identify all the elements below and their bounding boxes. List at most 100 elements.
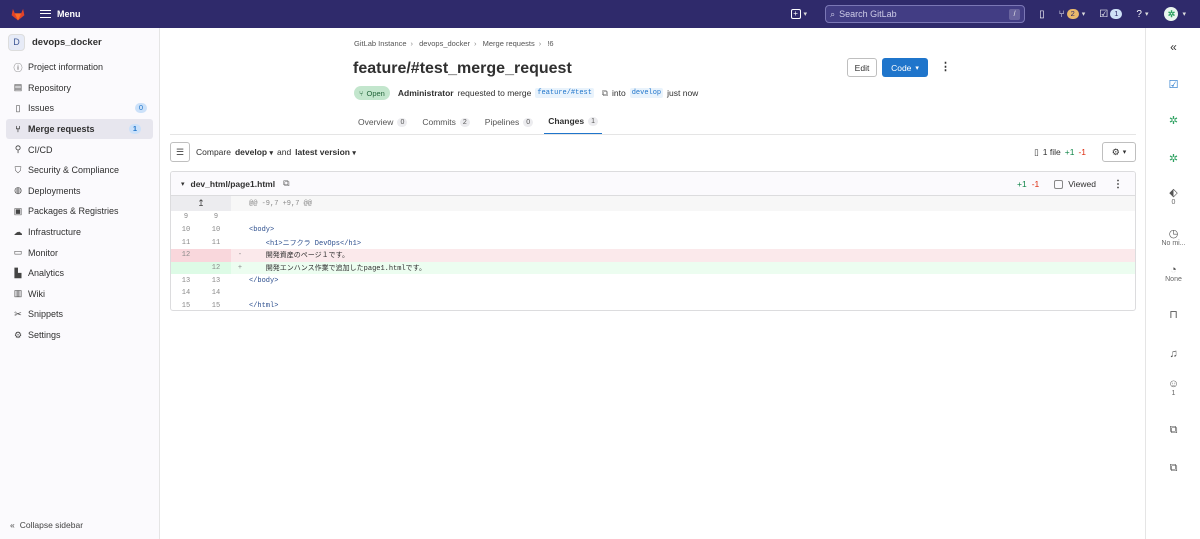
- sidebar-item-label: Packages & Registries: [28, 206, 119, 217]
- edit-button[interactable]: Edit: [847, 58, 877, 77]
- sidebar-item-project-information[interactable]: ⓘ Project information: [0, 57, 159, 78]
- file-options-kebab-icon[interactable]: ⋮: [1113, 179, 1123, 190]
- issues-icon[interactable]: ▯: [1039, 9, 1045, 20]
- lock-item[interactable]: ⊓: [1146, 308, 1200, 321]
- merge-request-icon: ⑂: [1058, 8, 1065, 20]
- assignee-avatar[interactable]: ✲: [1146, 114, 1200, 127]
- more-actions-kebab-icon[interactable]: ⋮: [940, 60, 951, 73]
- sidebar-item-label: Merge requests: [28, 124, 95, 135]
- reviewer-avatar[interactable]: ✲: [1146, 152, 1200, 165]
- new-line-number[interactable]: [201, 249, 231, 262]
- page-title: feature/#test_merge_request: [353, 60, 572, 77]
- todo-toggle[interactable]: ☑: [1146, 78, 1200, 91]
- sidebar-item-wiki[interactable]: ▥ Wiki: [0, 284, 159, 305]
- sidebar-item-packages[interactable]: ▣ Packages & Registries: [0, 201, 159, 222]
- diff-file-name[interactable]: dev_html/page1.html: [191, 179, 276, 189]
- notifications-item[interactable]: ♫: [1146, 348, 1200, 360]
- new-line-number[interactable]: 13: [201, 274, 231, 287]
- new-line-number[interactable]: 15: [201, 300, 231, 310]
- code-dropdown-button[interactable]: Code ▾: [882, 58, 928, 77]
- old-line-number[interactable]: 11: [171, 236, 201, 249]
- search-shortcut-hint: /: [1009, 9, 1021, 20]
- status-badge: ⑂ Open: [354, 86, 390, 100]
- file-tree-toggle-icon[interactable]: ☰: [170, 142, 190, 162]
- tab-overview[interactable]: Overview 0: [354, 109, 411, 135]
- old-line-number[interactable]: 9: [171, 211, 201, 224]
- labels-item[interactable]: ⬖ 0: [1146, 186, 1200, 206]
- project-header[interactable]: D devops_docker: [0, 28, 159, 56]
- old-line-number[interactable]: 14: [171, 287, 201, 300]
- breadcrumb-item[interactable]: !6: [547, 39, 553, 48]
- status-label: Open: [366, 88, 385, 98]
- issues-icon: ▯: [15, 102, 21, 113]
- help-button[interactable]: ? ▾: [1136, 9, 1148, 20]
- book-icon: ▥: [13, 288, 23, 299]
- milestone-item[interactable]: ◷ No mi...: [1146, 227, 1200, 247]
- collapse-right-sidebar-button[interactable]: «: [1146, 40, 1200, 54]
- create-new-button[interactable]: + ▾: [790, 9, 807, 19]
- breadcrumb-item[interactable]: devops_docker: [419, 39, 470, 48]
- sidebar-item-deployments[interactable]: ◍ Deployments: [0, 181, 159, 202]
- new-line-number[interactable]: 12: [201, 261, 231, 275]
- new-line-number[interactable]: 14: [201, 287, 231, 300]
- old-line-number[interactable]: 13: [171, 274, 201, 287]
- search-input[interactable]: ⌕ Search GitLab /: [825, 5, 1026, 23]
- chevron-down-icon[interactable]: ▾: [181, 180, 185, 188]
- old-line-number[interactable]: [171, 261, 201, 275]
- tab-pipelines[interactable]: Pipelines 0: [481, 109, 537, 135]
- diff-settings-button[interactable]: ⚙ ▾: [1102, 142, 1136, 162]
- sidebar-item-label: Deployments: [28, 185, 81, 196]
- sidebar-item-issues[interactable]: ▯ Issues 0: [0, 98, 159, 119]
- source-branch[interactable]: feature/#test: [535, 88, 594, 98]
- sidebar-item-snippets[interactable]: ✂ Snippets: [0, 304, 159, 325]
- breadcrumb-item[interactable]: GitLab Instance: [354, 39, 407, 48]
- merge-requests-button[interactable]: ⑂ 2 ▾: [1059, 9, 1086, 20]
- snippet-icon: ✂: [14, 308, 22, 319]
- todos-button[interactable]: ☑ 1: [1099, 9, 1123, 20]
- sidebar-item-label: Settings: [28, 330, 61, 341]
- sidebar-item-settings[interactable]: ⚙ Settings: [0, 325, 159, 346]
- project-name: devops_docker: [32, 36, 102, 48]
- old-line-number[interactable]: 12: [171, 249, 201, 262]
- diff-line-removed: 12 - 開発資産のページ１です。: [171, 249, 1135, 262]
- sidebar-item-repository[interactable]: ▤ Repository: [0, 78, 159, 99]
- copy-icon[interactable]: ⧉: [602, 88, 608, 99]
- copy-email-item[interactable]: ⧉: [1146, 462, 1200, 475]
- time-tracking-item[interactable]: ◔ None: [1146, 264, 1200, 283]
- sidebar-item-monitor[interactable]: ▭ Monitor: [0, 242, 159, 263]
- tab-commits[interactable]: Commits 2: [418, 109, 473, 135]
- copy-reference-item[interactable]: ⧉: [1146, 424, 1200, 437]
- collapse-sidebar-button[interactable]: « Collapse sidebar: [10, 520, 83, 530]
- sidebar-item-label: Repository: [28, 82, 72, 93]
- new-line-number[interactable]: 9: [201, 211, 231, 224]
- author-link[interactable]: Administrator: [398, 88, 454, 98]
- version-dropdown[interactable]: latest version ▾: [295, 147, 356, 157]
- cloud-icon: ☁: [13, 226, 23, 237]
- diff-line-added: 12 + 開発エンハンス作業で追加したpage1.htmlです。: [171, 261, 1135, 275]
- user-avatar[interactable]: ✲: [1164, 7, 1179, 21]
- new-line-number[interactable]: 10: [201, 224, 231, 237]
- new-line-number[interactable]: 11: [201, 236, 231, 249]
- sidebar-item-cicd[interactable]: ⚲ CI/CD: [0, 139, 159, 160]
- sidebar-item-infrastructure[interactable]: ☁ Infrastructure: [0, 222, 159, 243]
- tab-changes[interactable]: Changes 1: [544, 109, 602, 135]
- gitlab-logo-icon[interactable]: [10, 7, 26, 21]
- copy-icon[interactable]: ⧉: [283, 178, 289, 189]
- viewed-checkbox[interactable]: [1054, 179, 1064, 189]
- sidebar-item-merge-requests[interactable]: ⑂ Merge requests 1: [6, 118, 153, 140]
- files-count: 1 file: [1042, 147, 1061, 157]
- version-label: latest version: [295, 147, 350, 157]
- base-branch-dropdown[interactable]: develop ▾: [235, 147, 273, 157]
- old-line-number[interactable]: 10: [171, 224, 201, 237]
- expand-up-icon[interactable]: ↥: [171, 196, 231, 211]
- sidebar-item-analytics[interactable]: ▙ Analytics: [0, 263, 159, 284]
- old-line-number[interactable]: 15: [171, 300, 201, 310]
- diff-line: 10 10 <body>: [171, 224, 1135, 237]
- menu-button[interactable]: Menu: [40, 9, 81, 19]
- participants-item[interactable]: ☺ 1: [1146, 378, 1200, 397]
- labels-count: 0: [1171, 199, 1176, 206]
- breadcrumb-item[interactable]: Merge requests: [483, 39, 535, 48]
- sidebar-item-security[interactable]: ⛉ Security & Compliance: [0, 160, 159, 181]
- target-branch[interactable]: develop: [629, 88, 664, 98]
- chevron-down-icon: ▾: [1182, 11, 1186, 18]
